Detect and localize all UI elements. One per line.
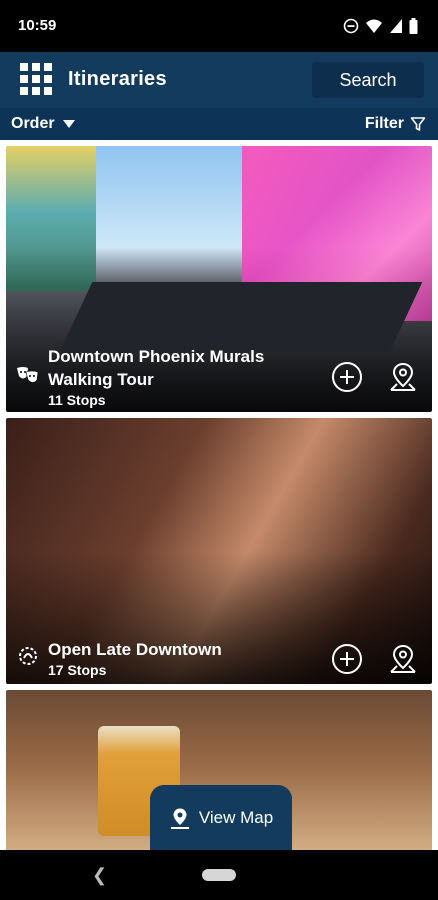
do-not-disturb-icon bbox=[343, 18, 359, 34]
caret-down-icon bbox=[62, 120, 75, 128]
page-title: Itineraries bbox=[68, 68, 167, 90]
battery-icon bbox=[409, 18, 418, 34]
card-title-line1: Open Late Downtown bbox=[48, 640, 222, 659]
nightlife-icon bbox=[19, 647, 37, 665]
system-navigation-bar: ❮ bbox=[0, 850, 438, 900]
order-dropdown[interactable]: Order bbox=[11, 115, 75, 133]
add-itinerary-button[interactable] bbox=[332, 644, 362, 674]
back-icon[interactable]: ❮ bbox=[92, 865, 107, 886]
card-image-mural-left bbox=[6, 146, 96, 291]
itinerary-card[interactable]: Downtown Phoenix Murals Walking Tour 11 … bbox=[6, 146, 432, 412]
view-map-button[interactable]: View Map bbox=[150, 785, 292, 851]
filter-button[interactable]: Filter bbox=[365, 115, 426, 133]
add-itinerary-button[interactable] bbox=[332, 362, 362, 392]
card-image-road bbox=[59, 282, 423, 352]
signal-icon bbox=[390, 19, 402, 33]
map-pin-icon bbox=[170, 808, 189, 829]
sort-filter-bar: Order Filter bbox=[0, 108, 438, 140]
map-pin-icon[interactable] bbox=[388, 361, 418, 393]
search-button[interactable]: Search bbox=[312, 62, 424, 98]
card-title-line1: Downtown Phoenix Murals bbox=[48, 347, 265, 366]
card-stops: 17 Stops bbox=[48, 662, 107, 678]
order-label: Order bbox=[11, 115, 55, 132]
map-pin-icon[interactable] bbox=[388, 643, 418, 675]
itinerary-card[interactable]: Open Late Downtown 17 Stops bbox=[6, 418, 432, 684]
filter-funnel-icon bbox=[410, 117, 426, 131]
card-title-line2: Walking Tour bbox=[48, 370, 154, 389]
status-icons bbox=[343, 18, 418, 34]
status-bar: 10:59 bbox=[0, 0, 438, 52]
home-pill-icon[interactable] bbox=[202, 869, 236, 881]
status-time: 10:59 bbox=[18, 17, 57, 34]
theater-masks-icon bbox=[17, 367, 39, 383]
view-map-label: View Map bbox=[198, 808, 274, 827]
card-stops: 11 Stops bbox=[48, 392, 106, 408]
wifi-icon bbox=[366, 19, 382, 33]
itinerary-list[interactable]: Downtown Phoenix Murals Walking Tour 11 … bbox=[0, 140, 438, 850]
apps-grid-icon[interactable] bbox=[20, 63, 52, 95]
card-text: Open Late Downtown 17 Stops bbox=[48, 638, 222, 678]
app-bar: Itineraries Search bbox=[0, 52, 438, 108]
filter-label: Filter bbox=[364, 115, 404, 132]
card-text: Downtown Phoenix Murals Walking Tour 11 … bbox=[48, 345, 264, 408]
